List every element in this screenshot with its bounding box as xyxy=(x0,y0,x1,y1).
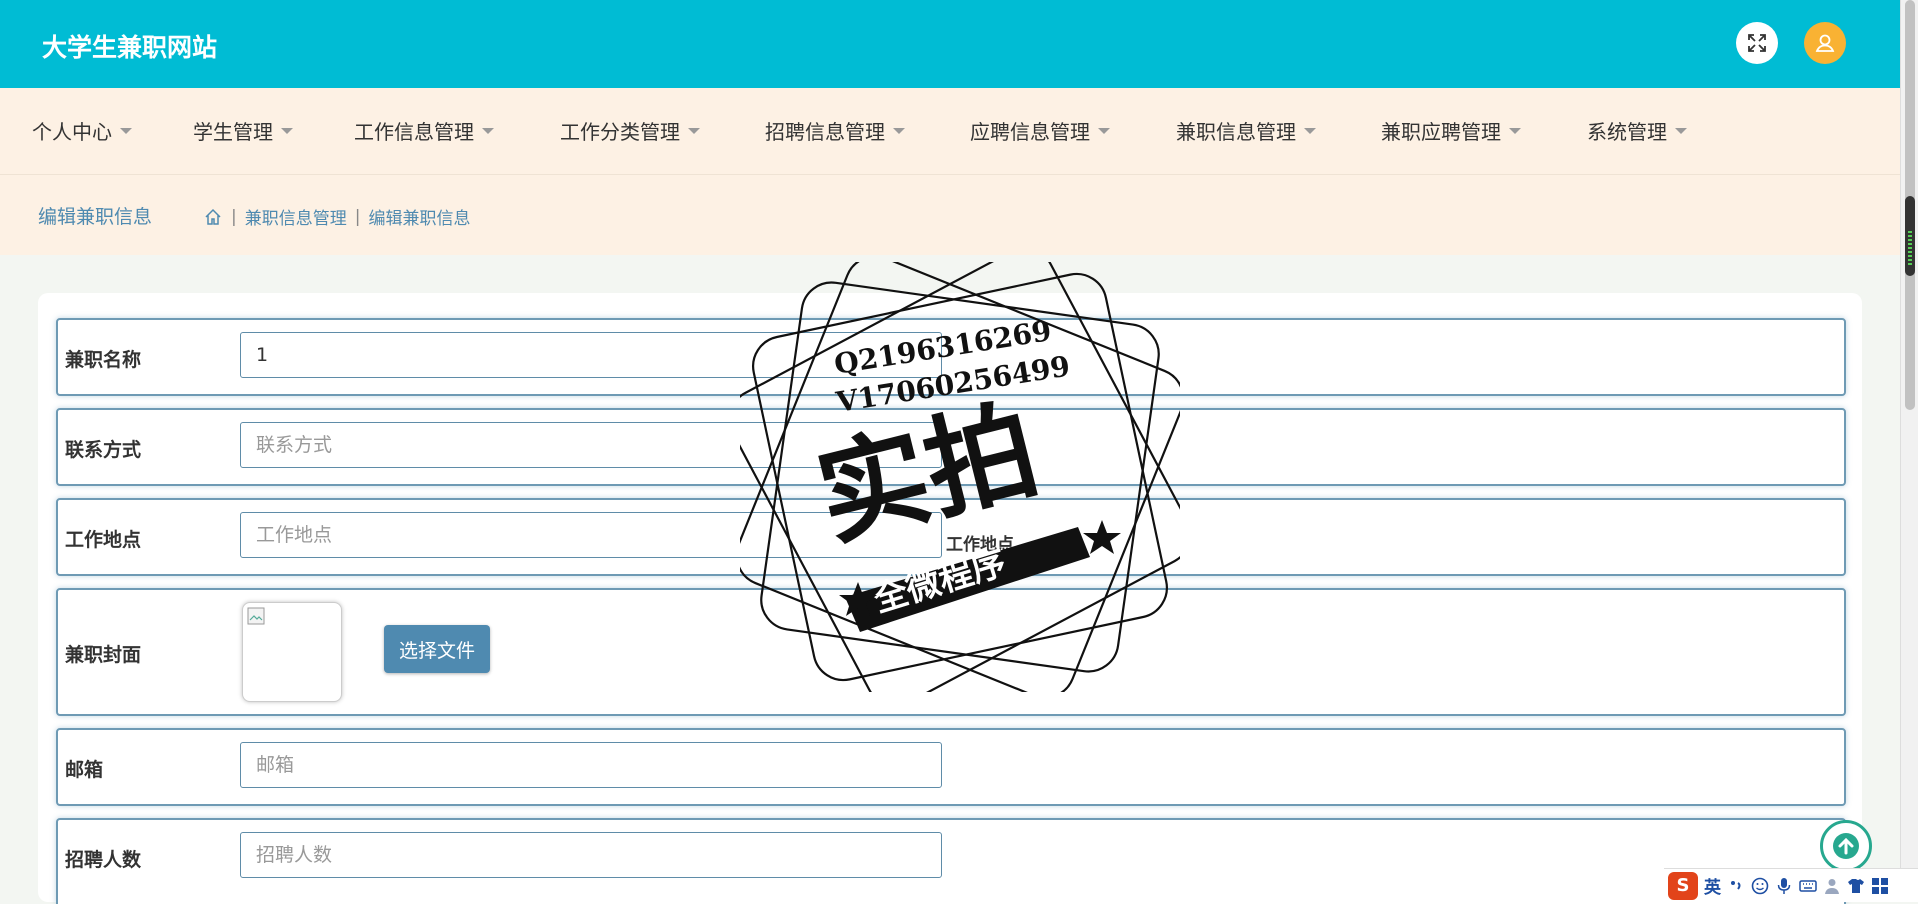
watermark-stamp: Q2196316269 V17060256499 实拍 全微程序 xyxy=(740,262,1180,692)
star-icon xyxy=(1083,520,1121,554)
caret-down-icon xyxy=(688,127,700,134)
cover-image-preview[interactable] xyxy=(242,602,342,702)
fullscreen-button[interactable] xyxy=(1736,22,1778,64)
punctuation-icon[interactable] xyxy=(1727,877,1745,895)
breadcrumb-current: 编辑兼职信息 xyxy=(368,209,471,229)
nav-item-student-management[interactable]: 学生管理 xyxy=(193,116,293,145)
toolbox-grid-icon[interactable] xyxy=(1871,877,1889,895)
caret-down-icon xyxy=(482,127,494,134)
choose-file-button[interactable]: 选择文件 xyxy=(384,625,490,673)
person-icon[interactable] xyxy=(1823,877,1841,895)
field-label-headcount: 招聘人数 xyxy=(65,849,142,871)
nav-item-system-management[interactable]: 系统管理 xyxy=(1587,116,1687,145)
microphone-icon[interactable] xyxy=(1775,877,1793,895)
caret-down-icon xyxy=(120,127,132,134)
ime-language-toggle[interactable]: 英 xyxy=(1704,873,1721,898)
breadcrumb-link-parttime-info[interactable]: 兼职信息管理 xyxy=(245,204,347,229)
skin-shirt-icon[interactable] xyxy=(1847,877,1865,895)
expand-icon xyxy=(1748,34,1766,52)
caret-down-icon xyxy=(281,127,293,134)
user-avatar-icon xyxy=(1815,34,1835,52)
field-label-location: 工作地点 xyxy=(65,529,142,551)
broken-image-icon xyxy=(247,607,265,625)
breadcrumb-separator: | xyxy=(231,206,237,227)
user-avatar-button[interactable] xyxy=(1804,22,1846,64)
field-label-contact: 联系方式 xyxy=(65,439,142,461)
arrow-up-icon xyxy=(1833,833,1859,859)
emoji-icon[interactable] xyxy=(1751,877,1769,895)
page-title: 编辑兼职信息 xyxy=(38,206,153,228)
nav-item-personal-center[interactable]: 个人中心 xyxy=(32,116,132,145)
caret-down-icon xyxy=(1509,127,1521,134)
home-icon[interactable] xyxy=(203,207,223,227)
breadcrumb-bar: 编辑兼职信息 | 兼职信息管理 | 编辑兼职信息 xyxy=(0,175,1900,255)
nav-item-parttime-info-management[interactable]: 兼职信息管理 xyxy=(1176,116,1316,145)
top-bar: 大学生兼职网站 xyxy=(0,0,1900,88)
site-title: 大学生兼职网站 xyxy=(42,33,218,62)
caret-down-icon xyxy=(1675,127,1687,134)
headcount-input[interactable] xyxy=(240,832,942,878)
form-row-headcount: 招聘人数 xyxy=(56,818,1846,904)
nav-item-application-info-management[interactable]: 应聘信息管理 xyxy=(970,116,1110,145)
form-row-email: 邮箱 xyxy=(56,728,1846,806)
breadcrumb: | 兼职信息管理 | 编辑兼职信息 xyxy=(203,204,470,229)
back-to-top-button[interactable] xyxy=(1820,820,1872,872)
scroll-indicator xyxy=(1905,196,1915,276)
field-label-email: 邮箱 xyxy=(65,759,104,781)
main-nav: 个人中心 学生管理 工作信息管理 工作分类管理 招聘信息管理 应聘信息管理 兼职… xyxy=(0,88,1900,175)
page-scrollbar[interactable] xyxy=(1900,0,1918,902)
nav-item-job-info-management[interactable]: 工作信息管理 xyxy=(354,116,494,145)
nav-item-job-category-management[interactable]: 工作分类管理 xyxy=(560,116,700,145)
breadcrumb-separator: | xyxy=(354,206,361,227)
ime-toolbar: S 英 xyxy=(1664,868,1918,902)
caret-down-icon xyxy=(893,127,905,134)
field-label-cover: 兼职封面 xyxy=(65,644,142,666)
field-label-name: 兼职名称 xyxy=(65,349,142,371)
email-input[interactable] xyxy=(240,742,942,788)
ime-logo-icon[interactable]: S xyxy=(1668,871,1698,900)
keyboard-icon[interactable] xyxy=(1799,877,1817,895)
caret-down-icon xyxy=(1098,127,1110,134)
caret-down-icon xyxy=(1304,127,1316,134)
watermark-banner-text: 全微程序 xyxy=(868,543,1011,621)
nav-item-parttime-application-management[interactable]: 兼职应聘管理 xyxy=(1381,116,1521,145)
nav-item-recruitment-info-management[interactable]: 招聘信息管理 xyxy=(765,116,905,145)
